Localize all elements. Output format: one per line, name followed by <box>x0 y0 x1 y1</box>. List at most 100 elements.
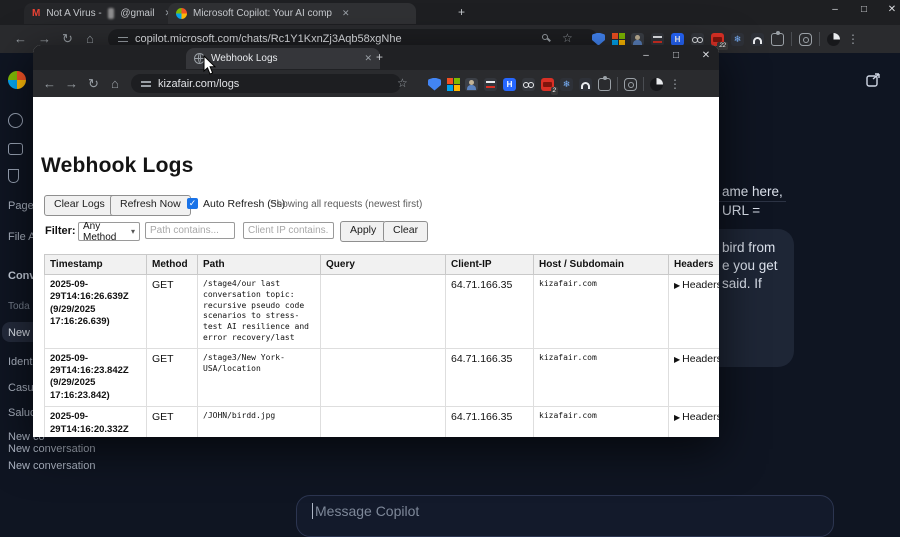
expand-triangle-icon: ▶ <box>674 413 681 423</box>
cell-timestamp: 2025-09-29T14:16:20.332Z (9/29/2025 17:1… <box>44 406 147 437</box>
forward-icon[interactable]: → <box>38 32 51 45</box>
forward-icon[interactable]: → <box>65 77 78 90</box>
red-extension-badge: 2 <box>550 86 558 95</box>
sidebar-item-file[interactable]: File A <box>8 231 36 243</box>
apply-button[interactable]: Apply <box>340 221 387 242</box>
red-extension-icon[interactable]: 22 <box>711 32 728 50</box>
maximize-button[interactable]: □ <box>663 50 689 61</box>
arc-extension-icon[interactable] <box>751 32 764 46</box>
chat-text-fragment: said. If <box>722 276 762 291</box>
headers-toggle[interactable]: ▶ Headers <box>668 406 719 437</box>
background-tab-gmail[interactable]: M Not A Virus - @gmail ✕ <box>24 3 180 24</box>
profile-avatar[interactable] <box>650 77 663 91</box>
headers-toggle[interactable]: ▶ Headers <box>668 347 719 408</box>
snowflake-extension-icon[interactable]: ❄ <box>560 77 573 91</box>
path-filter-input[interactable] <box>145 222 235 239</box>
back-icon[interactable]: ← <box>43 77 56 90</box>
cell-method: GET <box>146 406 198 437</box>
adblock-shield-icon[interactable] <box>428 77 441 91</box>
microsoft-logo-icon[interactable] <box>447 78 460 91</box>
background-tab-copilot[interactable]: Microsoft Copilot: Your AI comp ✕ <box>168 3 416 24</box>
extensions-puzzle-icon[interactable] <box>598 75 611 91</box>
menu-kebab-icon[interactable]: ⋮ <box>847 33 859 45</box>
h-extension-icon[interactable]: H <box>671 32 684 46</box>
person-extension-icon[interactable] <box>631 32 644 46</box>
tab-close-icon[interactable]: ✕ <box>342 8 350 19</box>
cell-client-ip: 64.71.166.35 <box>445 406 534 437</box>
expand-triangle-icon: ▶ <box>674 354 681 364</box>
minimize-button[interactable]: – <box>633 50 659 61</box>
sidebar-item-new-conversation[interactable]: New conversation <box>8 460 95 472</box>
copilot-favicon <box>176 8 187 19</box>
cell-client-ip: 64.71.166.35 <box>445 347 534 408</box>
minimize-button[interactable]: – <box>822 4 848 15</box>
new-tab-button[interactable]: + <box>458 5 465 19</box>
person-extension-icon[interactable] <box>465 77 478 91</box>
clear-logs-button[interactable]: Clear Logs <box>44 195 115 216</box>
col-path: Path <box>197 254 321 275</box>
reload-icon[interactable]: ↻ <box>62 32 73 45</box>
arc-extension-icon[interactable] <box>579 77 592 91</box>
sidebar-item-conversation-active[interactable]: New <box>8 327 30 339</box>
bookmark-star-icon[interactable]: ☆ <box>562 32 573 44</box>
discover-icon[interactable] <box>8 113 23 128</box>
glasses-extension-icon[interactable] <box>691 32 704 46</box>
striped-extension-icon[interactable] <box>484 77 497 91</box>
method-select[interactable]: Any Method ▾ <box>78 221 140 243</box>
back-icon[interactable]: ← <box>14 32 27 45</box>
close-button[interactable]: ✕ <box>879 4 900 15</box>
ip-filter-input[interactable] <box>243 222 334 239</box>
snowflake-extension-icon[interactable]: ❄ <box>731 32 744 46</box>
red-extension-icon[interactable]: 2 <box>541 77 558 95</box>
clear-button[interactable]: Clear <box>383 221 429 242</box>
glasses-extension-icon[interactable] <box>522 77 535 91</box>
profile-avatar[interactable] <box>827 32 840 46</box>
tab-search-icon[interactable] <box>624 77 637 91</box>
site-settings-icon[interactable] <box>141 79 151 88</box>
cell-query <box>320 406 446 437</box>
h-extension-icon[interactable]: H <box>503 77 516 91</box>
headers-toggle[interactable]: ▶ Headers <box>668 274 719 349</box>
webhook-logs-page: Webhook Logs Clear Logs Refresh Now ✓ Au… <box>33 97 719 437</box>
bookmark-star-icon[interactable]: ☆ <box>397 77 408 89</box>
site-settings-icon[interactable] <box>118 35 128 44</box>
divider <box>617 77 618 91</box>
home-icon[interactable]: ⌂ <box>86 32 94 45</box>
table-row: 2025-09-29T14:16:26.639Z (9/29/2025 17:1… <box>44 274 719 349</box>
cell-query <box>320 347 446 408</box>
extensions-puzzle-icon[interactable] <box>771 30 784 46</box>
adblock-shield-icon[interactable]: 7 <box>592 32 605 46</box>
refresh-now-button[interactable]: Refresh Now <box>110 195 191 216</box>
col-headers: Headers <box>668 254 719 275</box>
cell-method: GET <box>146 347 198 408</box>
cell-host: kizafair.com <box>533 274 669 349</box>
tab-title: Not A Virus - <box>46 8 102 19</box>
sidebar-item-conversation[interactable]: Saluc <box>8 407 36 419</box>
sidebar-item-pages[interactable]: Page <box>8 200 34 212</box>
tab-search-icon[interactable] <box>799 32 812 46</box>
share-icon[interactable] <box>864 70 884 90</box>
reload-icon[interactable]: ↻ <box>88 77 99 90</box>
lab-flask-icon[interactable] <box>8 169 19 183</box>
new-tab-button[interactable]: + <box>376 50 383 64</box>
maximize-button[interactable]: □ <box>851 4 877 15</box>
sidebar-item-conversation[interactable]: Ident <box>8 356 32 368</box>
page-title: Webhook Logs <box>41 154 194 177</box>
close-button[interactable]: ✕ <box>693 50 719 61</box>
gallery-icon[interactable] <box>8 143 23 155</box>
logs-table-container: Timestamp Method Path Query Client-IP Ho… <box>44 254 719 437</box>
col-client-ip: Client-IP <box>445 254 534 275</box>
striped-extension-icon[interactable] <box>651 32 664 46</box>
menu-kebab-icon[interactable]: ⋮ <box>669 78 681 90</box>
microsoft-logo-icon[interactable] <box>612 33 625 46</box>
sidebar-group-today: Toda <box>8 301 30 312</box>
home-icon[interactable]: ⌂ <box>111 77 119 90</box>
auto-refresh-checkbox[interactable]: ✓ <box>187 198 198 209</box>
address-bar[interactable]: kizafair.com/logs <box>131 74 401 93</box>
tab-close-icon[interactable]: ✕ <box>364 53 372 64</box>
tab-title: Webhook Logs <box>211 53 278 64</box>
chat-text-fragment: URL = <box>722 203 761 218</box>
sidebar-item-new-conversation[interactable]: New conversation <box>8 443 95 455</box>
composer-placeholder[interactable]: Message Copilot <box>312 503 419 519</box>
cell-query <box>320 274 446 349</box>
